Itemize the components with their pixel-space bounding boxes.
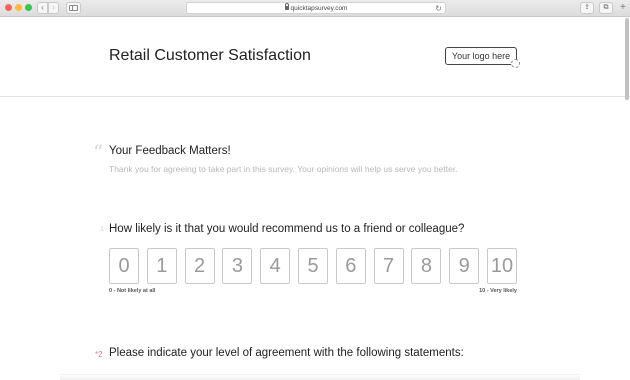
scale-option-8[interactable]: 8 [411,248,442,284]
scale-option-3[interactable]: 3 [222,248,253,284]
url-text: quicktapsurvey.com [290,5,348,12]
share-button[interactable]: ⇪ [580,2,594,14]
minimize-window-button[interactable] [15,4,22,11]
resize-handle-icon[interactable] [511,59,520,68]
scale-high-label: 10 - Very likely [479,288,517,294]
zoom-window-button[interactable] [25,4,32,11]
quote-icon: “ [93,140,104,164]
matrix-card-edge [60,374,580,380]
scale-option-2[interactable]: 2 [184,248,215,284]
question-text: Please indicate your level of agreement … [109,347,464,359]
scale-option-5[interactable]: 5 [298,248,328,284]
scale-option-0[interactable]: 0 [109,248,139,284]
sidebar-toggle-button[interactable] [66,2,81,14]
browser-toolbar: ‹ › quicktapsurvey.com ↻ ⇪ ⧉ + [0,0,630,17]
question-number: 1 [100,226,104,233]
scale-option-10[interactable]: 10 [487,248,517,284]
scale-option-1[interactable]: 1 [146,248,177,284]
nps-scale: 0 1 2 3 4 5 6 7 8 9 10 [109,248,517,284]
logo-placeholder-label: Your logo here [451,51,511,61]
page-scrollbar[interactable] [625,18,629,100]
show-tabs-button[interactable]: ⧉ [599,2,613,14]
scale-option-6[interactable]: 6 [335,248,366,284]
address-bar[interactable]: quicktapsurvey.com ↻ [186,2,446,14]
new-tab-button[interactable]: + [620,2,626,14]
scale-option-7[interactable]: 7 [373,248,404,284]
scale-low-label: 0 - Not likely at all [109,288,156,294]
forward-button[interactable]: › [48,2,59,14]
page-title: Retail Customer Satisfaction [109,47,311,64]
required-marker: *2 [95,350,103,359]
question-text: How likely is it that you would recommen… [109,223,465,235]
sidebar-icon [69,5,78,11]
survey-header: Retail Customer Satisfaction Your logo h… [0,17,630,97]
scale-option-4[interactable]: 4 [260,248,291,284]
lock-icon [284,3,290,10]
scale-option-9[interactable]: 9 [449,248,480,284]
feedback-subtitle: Thank you for agreeing to take part in t… [109,164,458,174]
logo-placeholder[interactable]: Your logo here [445,47,520,68]
close-window-button[interactable] [5,4,12,11]
feedback-title: Your Feedback Matters! [109,145,231,157]
reload-icon[interactable]: ↻ [435,3,442,14]
back-button[interactable]: ‹ [37,2,48,14]
